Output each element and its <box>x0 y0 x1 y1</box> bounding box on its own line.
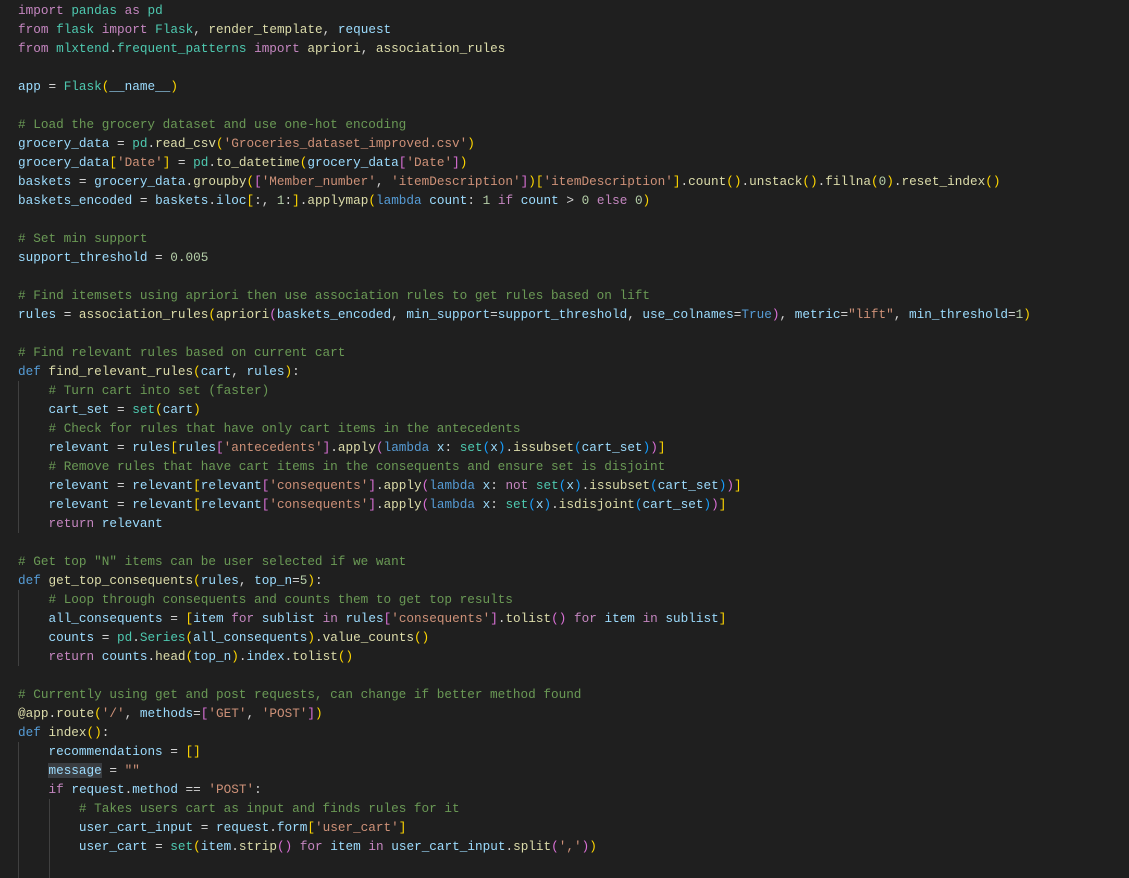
code-line[interactable]: baskets = grocery_data.groupby(['Member_… <box>18 172 1000 191</box>
code-line[interactable]: relevant = relevant[relevant['consequent… <box>18 495 726 514</box>
code-line[interactable]: return counts.head(top_n).index.tolist() <box>18 647 353 666</box>
code-comment-line[interactable]: # Check for rules that have only cart it… <box>18 419 520 438</box>
code-line[interactable]: from mlxtend.frequent_patterns import ap… <box>18 39 505 58</box>
code-line[interactable]: counts = pd.Series(all_consequents).valu… <box>18 628 429 647</box>
code-line[interactable]: from flask import Flask, render_template… <box>18 20 391 39</box>
code-line[interactable]: user_cart_input = request.form['user_car… <box>18 818 406 837</box>
code-line[interactable]: support_threshold = 0.005 <box>18 248 208 267</box>
code-line[interactable]: import pandas as pd <box>18 1 163 20</box>
code-comment-line[interactable]: # Currently using get and post requests,… <box>18 685 581 704</box>
code-line[interactable]: baskets_encoded = baskets.iloc[:, 1:].ap… <box>18 191 650 210</box>
code-comment-line[interactable]: # Find relevant rules based on current c… <box>18 343 345 362</box>
code-line[interactable]: recommendations = [] <box>18 742 200 761</box>
code-line[interactable]: def find_relevant_rules(cart, rules): <box>18 362 300 381</box>
code-comment-line[interactable]: # Find itemsets using apriori then use a… <box>18 286 650 305</box>
code-comment-line[interactable]: # Loop through consequents and counts th… <box>18 590 512 609</box>
code-comment-line[interactable]: # Get top "N" items can be user selected… <box>18 552 406 571</box>
code-line[interactable]: all_consequents = [item for sublist in r… <box>18 609 726 628</box>
code-comment-line[interactable]: # Load the grocery dataset and use one-h… <box>18 115 406 134</box>
code-line[interactable]: def get_top_consequents(rules, top_n=5): <box>18 571 323 590</box>
code-line[interactable]: cart_set = set(cart) <box>18 400 200 419</box>
code-line[interactable]: if request.method == 'POST': <box>18 780 261 799</box>
code-comment-line[interactable]: # Takes users cart as input and finds ru… <box>18 799 460 818</box>
code-line[interactable]: app = Flask(__name__) <box>18 77 178 96</box>
code-line[interactable]: @app.route('/', methods=['GET', 'POST']) <box>18 704 323 723</box>
code-line[interactable]: return relevant <box>18 514 162 533</box>
code-comment-line[interactable]: # Remove rules that have cart items in t… <box>18 457 665 476</box>
code-editor[interactable]: import pandas as pd from flask import Fla… <box>0 0 1129 878</box>
code-line[interactable]: user_cart = set(item.strip() for item in… <box>18 837 597 856</box>
code-line[interactable]: grocery_data['Date'] = pd.to_datetime(gr… <box>18 153 467 172</box>
code-comment-line[interactable]: # Turn cart into set (faster) <box>18 381 269 400</box>
code-line[interactable]: message = "" <box>18 761 140 780</box>
code-line[interactable]: def index(): <box>18 723 109 742</box>
code-comment-line[interactable]: # Set min support <box>18 229 147 248</box>
code-line[interactable]: grocery_data = pd.read_csv('Groceries_da… <box>18 134 475 153</box>
code-line[interactable]: relevant = rules[rules['antecedents'].ap… <box>18 438 665 457</box>
code-line[interactable]: relevant = relevant[relevant['consequent… <box>18 476 741 495</box>
code-line[interactable]: rules = association_rules(apriori(basket… <box>18 305 1031 324</box>
